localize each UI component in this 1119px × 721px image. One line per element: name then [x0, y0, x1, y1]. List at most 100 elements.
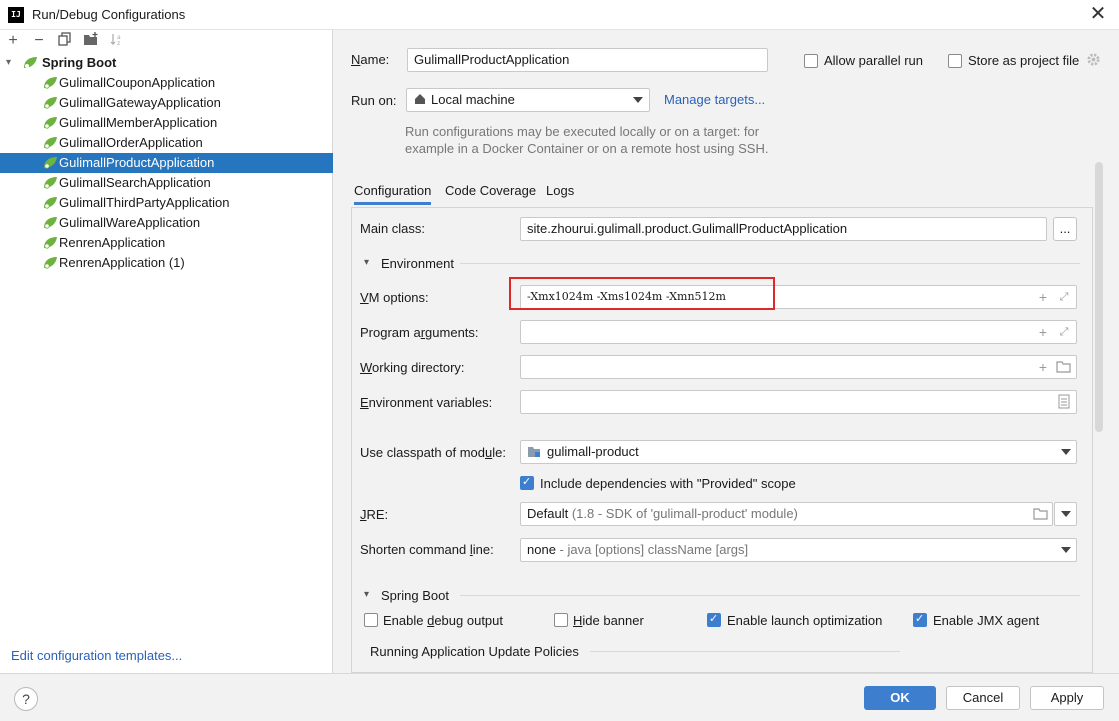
document-icon[interactable] [1058, 394, 1072, 410]
copy-icon[interactable] [56, 32, 74, 50]
browse-main-class-button[interactable]: ... [1053, 217, 1077, 241]
tree-item-label: RenrenApplication [59, 235, 166, 250]
apply-button[interactable]: Apply [1030, 686, 1104, 710]
home-icon [414, 93, 428, 107]
separator [460, 595, 1080, 596]
env-vars-input[interactable] [520, 390, 1077, 414]
tree-item-label: GulimallWareApplication [59, 215, 201, 230]
add-icon[interactable]: + [4, 32, 22, 50]
shorten-value: none [527, 542, 556, 557]
module-icon [527, 445, 541, 459]
cancel-button[interactable]: Cancel [946, 686, 1020, 710]
hide-banner-checkbox[interactable] [554, 613, 568, 627]
store-project-label: Store as project file [968, 53, 1080, 68]
tree-group-spring-boot[interactable]: ▾ Spring Boot [0, 53, 333, 73]
expand-icon[interactable]: ⤢ [1056, 289, 1072, 305]
gear-icon[interactable] [1086, 52, 1102, 68]
tree-item-label: GulimallSearchApplication [59, 175, 211, 190]
chevron-down-icon[interactable] [633, 97, 643, 103]
name-input[interactable]: GulimallProductApplication [407, 48, 768, 72]
plus-icon[interactable]: + [1035, 359, 1051, 375]
window-title: Run/Debug Configurations [32, 7, 186, 22]
tree-item-label: GulimallOrderApplication [59, 135, 203, 150]
run-on-select[interactable]: Local machine [406, 88, 650, 112]
manage-targets-link[interactable]: Manage targets... [664, 92, 765, 107]
highlight-box [509, 277, 775, 310]
vertical-scrollbar[interactable] [1095, 162, 1103, 432]
spring-boot-app-icon [42, 96, 57, 110]
plus-icon[interactable]: + [1035, 324, 1051, 340]
spring-boot-app-icon [42, 196, 57, 210]
allow-parallel-label: Allow parallel run [824, 53, 923, 68]
spring-boot-app-icon [42, 76, 57, 90]
jre-select[interactable]: Default (1.8 - SDK of 'gulimall-product'… [520, 502, 1053, 526]
separator [590, 651, 900, 652]
update-policies-header: Running Application Update Policies [370, 644, 579, 659]
tree-item[interactable]: GulimallProductApplication [0, 153, 333, 173]
run-hint-line-2: example in a Docker Container or on a re… [405, 141, 769, 156]
jre-value: Default [527, 506, 569, 521]
main-class-input[interactable]: site.zhourui.gulimall.product.GulimallPr… [520, 217, 1047, 241]
chevron-down-icon[interactable]: ▾ [364, 257, 369, 268]
tree-item[interactable]: GulimallCouponApplication [0, 73, 333, 93]
title-bar: IJ Run/Debug Configurations ✕ [0, 0, 1119, 30]
tree-item[interactable]: GulimallMemberApplication [0, 113, 333, 133]
remove-icon[interactable]: − [30, 32, 48, 50]
ok-button[interactable]: OK [864, 686, 936, 710]
debug-output-checkbox[interactable] [364, 613, 378, 627]
tree-item[interactable]: GulimallGatewayApplication [0, 93, 333, 113]
launch-opt-checkbox[interactable] [707, 612, 721, 627]
sort-icon[interactable]: az [108, 32, 126, 50]
shorten-select[interactable]: none - java [options] className [args] [520, 538, 1077, 562]
tree-item[interactable]: RenrenApplication [0, 233, 333, 253]
jre-label: JRE: [360, 507, 389, 522]
include-deps-checkbox[interactable] [520, 475, 534, 490]
environment-header[interactable]: Environment [381, 256, 454, 271]
run-on-label: Run on: [351, 93, 397, 108]
working-dir-label: Working directory: [360, 360, 465, 375]
chevron-down-icon[interactable]: ▾ [364, 589, 369, 600]
shorten-detail: - java [options] className [args] [559, 542, 749, 557]
tab-code-coverage[interactable]: Code Coverage [445, 183, 536, 205]
working-dir-input[interactable] [520, 355, 1077, 379]
folder-add-icon[interactable] [82, 32, 100, 50]
classpath-label: Use classpath of module: [360, 445, 506, 460]
svg-text:z: z [117, 40, 120, 46]
store-project-checkbox[interactable] [948, 54, 962, 68]
tree-item[interactable]: GulimallThirdPartyApplication [0, 193, 333, 213]
chevron-down-icon[interactable] [1061, 511, 1071, 517]
shorten-label: Shorten command line: [360, 542, 494, 557]
env-vars-label: Environment variables: [360, 395, 493, 410]
intellij-logo-icon: IJ [8, 7, 24, 23]
tree-item-label: RenrenApplication (1) [59, 255, 185, 270]
folder-icon[interactable] [1056, 360, 1072, 374]
spring-boot-app-icon [42, 116, 57, 130]
tree-item[interactable]: RenrenApplication (1) [0, 253, 333, 273]
chevron-down-icon[interactable] [1061, 547, 1071, 553]
spring-boot-app-icon [42, 236, 57, 250]
run-on-value: Local machine [431, 92, 515, 107]
tree-item-label: GulimallThirdPartyApplication [59, 195, 230, 210]
jmx-checkbox[interactable] [913, 612, 927, 627]
expand-icon[interactable]: ⤢ [1056, 324, 1072, 340]
chevron-down-icon[interactable]: ▾ [6, 53, 18, 73]
edit-templates-link[interactable]: Edit configuration templates... [11, 648, 182, 663]
jmx-label: Enable JMX agent [933, 613, 1040, 628]
spring-boot-header[interactable]: Spring Boot [381, 588, 449, 603]
tree-item[interactable]: GulimallWareApplication [0, 213, 333, 233]
close-icon[interactable]: ✕ [1086, 3, 1110, 27]
tree-item-label: GulimallMemberApplication [59, 115, 218, 130]
allow-parallel-checkbox[interactable] [804, 54, 818, 68]
classpath-select[interactable]: gulimall-product [520, 440, 1077, 464]
tree-item[interactable]: GulimallSearchApplication [0, 173, 333, 193]
chevron-down-icon[interactable] [1061, 449, 1071, 455]
launch-opt-label: Enable launch optimization [727, 613, 883, 628]
tab-configuration[interactable]: Configuration [354, 183, 432, 205]
help-button[interactable]: ? [14, 687, 38, 711]
main-class-label: Main class: [360, 221, 426, 236]
folder-icon[interactable] [1033, 507, 1049, 521]
tab-logs[interactable]: Logs [546, 183, 574, 205]
program-args-input[interactable] [520, 320, 1077, 344]
tree-item[interactable]: GulimallOrderApplication [0, 133, 333, 153]
plus-icon[interactable]: + [1035, 289, 1051, 305]
